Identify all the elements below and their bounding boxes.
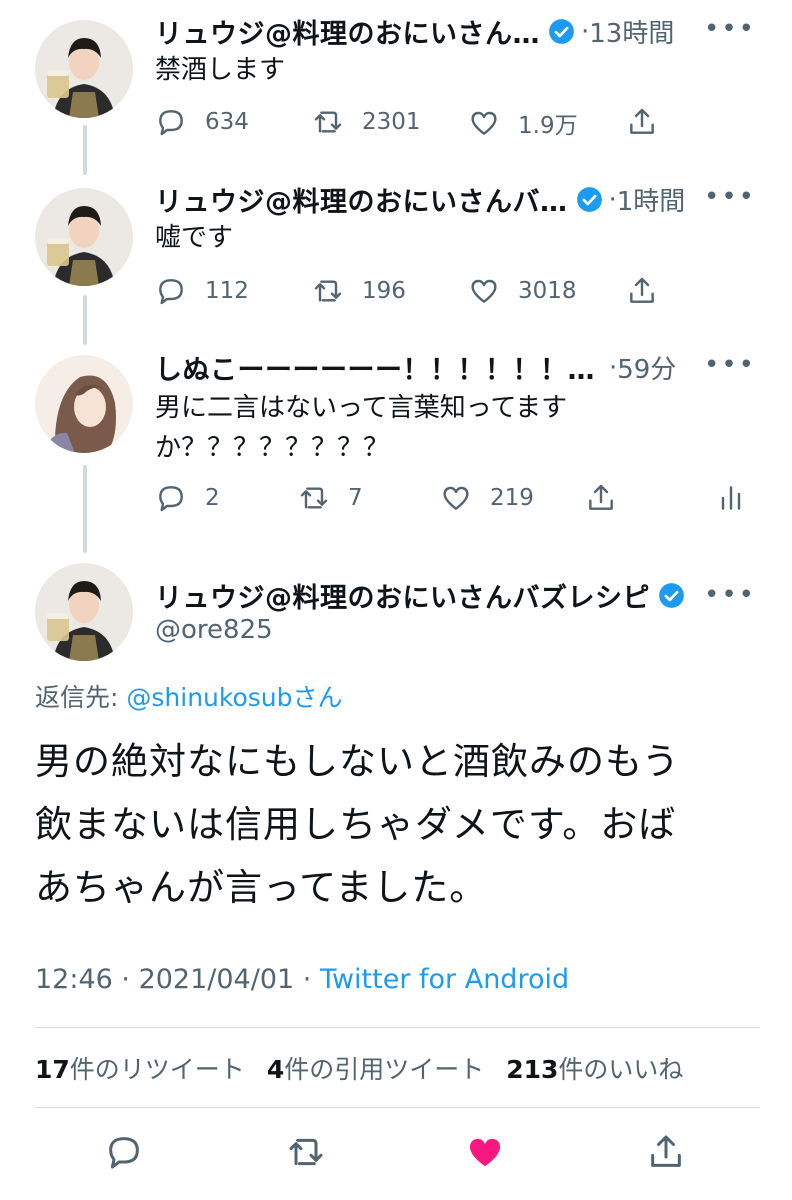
retweet-icon bbox=[300, 487, 328, 509]
retweet-count: 2301 bbox=[362, 109, 421, 135]
like-button[interactable]: 219 bbox=[440, 482, 534, 514]
share-button[interactable] bbox=[626, 106, 676, 138]
retweet-icon bbox=[314, 111, 342, 133]
like-button[interactable]: 3018 bbox=[468, 275, 577, 307]
author-handle[interactable]: @ore825 bbox=[155, 615, 273, 645]
tweet-text: 男に二言はないって言葉知ってます か？？？？？？？？ bbox=[155, 388, 567, 468]
reply-icon bbox=[159, 279, 183, 305]
thread-line bbox=[83, 125, 87, 175]
like-total: 213 bbox=[506, 1055, 559, 1084]
author-name[interactable]: リュウジ@料理のおにいさん… bbox=[155, 12, 540, 51]
retweet-total: 17 bbox=[35, 1055, 70, 1084]
share-button[interactable] bbox=[626, 275, 676, 307]
meta-separator: · bbox=[294, 964, 320, 995]
avatar-shinuko[interactable] bbox=[35, 355, 133, 453]
analytics-icon bbox=[721, 486, 741, 510]
more-options-button[interactable]: ••• bbox=[704, 580, 756, 610]
like-stat[interactable]: 213件のいいね bbox=[506, 1050, 683, 1086]
reply-icon[interactable] bbox=[104, 1132, 144, 1172]
like-icon bbox=[443, 486, 469, 510]
more-options-button[interactable]: ••• bbox=[704, 14, 756, 44]
like-count: 219 bbox=[490, 485, 534, 511]
like-count: 1.9万 bbox=[518, 113, 578, 139]
engagement-stats: 17件のリツイート 4件の引用ツイート 213件のいいね bbox=[35, 1050, 705, 1086]
analytics-button[interactable] bbox=[715, 482, 765, 514]
tweet-header: リュウジ@料理のおにいさんバ… · 1時間 bbox=[155, 180, 685, 219]
tweet-header: しぬこーーーーーー！！！！！！… · 59分 bbox=[155, 348, 676, 387]
retweet-stat-label: 件のリツイート bbox=[69, 1055, 245, 1084]
verified-badge-icon bbox=[549, 19, 574, 44]
author-name[interactable]: リュウジ@料理のおにいさんバ… bbox=[155, 180, 568, 219]
tweet-header: リュウジ@料理のおにいさん… · 13時間 bbox=[155, 12, 674, 51]
main-tweet-text-line: あちゃんが言ってました。 bbox=[35, 866, 488, 909]
more-options-button[interactable]: ••• bbox=[704, 350, 756, 380]
share-icon[interactable] bbox=[646, 1132, 686, 1172]
separator: · bbox=[608, 184, 617, 215]
avatar-ryuji[interactable] bbox=[35, 188, 133, 286]
main-tweet-text-line: 男の絶対なにもしないと酒飲みのもう bbox=[35, 740, 680, 783]
tweet-time[interactable]: 59分 bbox=[617, 349, 676, 386]
reply-button[interactable]: 2 bbox=[155, 482, 220, 514]
retweet-button[interactable]: 2301 bbox=[312, 106, 421, 138]
tweet-text-line: か？？？？？？？？ bbox=[155, 433, 390, 463]
avatar-ryuji[interactable] bbox=[35, 563, 133, 661]
tweet-text-line: 男に二言はないって言葉知ってます bbox=[155, 393, 568, 423]
like-stat-label: 件のいいね bbox=[558, 1055, 684, 1084]
reply-count: 2 bbox=[205, 485, 220, 511]
divider bbox=[35, 1027, 760, 1028]
quote-stat-label: 件の引用ツイート bbox=[284, 1055, 485, 1084]
avatar-ryuji[interactable] bbox=[35, 20, 133, 118]
tweet-time[interactable]: 13時間 bbox=[589, 13, 674, 50]
main-tweet-header: リュウジ@料理のおにいさんバズレシピ bbox=[155, 576, 685, 615]
retweet-count: 7 bbox=[348, 485, 363, 511]
thread-line bbox=[83, 465, 87, 553]
thread-line bbox=[83, 295, 87, 345]
reply-icon bbox=[159, 486, 183, 512]
reply-button[interactable]: 634 bbox=[155, 106, 249, 138]
main-tweet-text: 男の絶対なにもしないと酒飲みのもう 飲まないは信用しちゃダメです。おば あちゃん… bbox=[35, 730, 765, 919]
reply-to-label: 返信先: bbox=[35, 683, 127, 712]
tweet-timestamp: 12:46 bbox=[35, 964, 113, 995]
reply-to-suffix: さん bbox=[292, 683, 343, 712]
reply-to: 返信先: @shinukosubさん bbox=[35, 678, 343, 714]
main-tweet-text-line: 飲まないは信用しちゃダメです。おば bbox=[35, 803, 677, 846]
like-filled-icon[interactable] bbox=[465, 1132, 505, 1172]
tweet-time[interactable]: 1時間 bbox=[617, 181, 686, 218]
quote-total: 4 bbox=[266, 1055, 285, 1084]
retweet-button[interactable]: 196 bbox=[312, 275, 406, 307]
share-icon bbox=[630, 277, 654, 303]
verified-badge-icon bbox=[576, 187, 602, 212]
share-icon bbox=[589, 484, 613, 510]
reply-count: 634 bbox=[205, 109, 249, 135]
quote-stat[interactable]: 4件の引用ツイート bbox=[267, 1050, 484, 1086]
tweet-meta: 12:46 · 2021/04/01 · Twitter for Android bbox=[35, 964, 569, 995]
divider bbox=[35, 1107, 760, 1108]
more-options-button[interactable]: ••• bbox=[704, 182, 756, 212]
tweet-client-link[interactable]: Twitter for Android bbox=[320, 964, 569, 995]
tweet-date: 2021/04/01 bbox=[138, 964, 295, 995]
like-icon bbox=[471, 111, 497, 135]
retweet-button[interactable]: 7 bbox=[298, 482, 363, 514]
author-name[interactable]: しぬこーーーーーー！！！！！！… bbox=[155, 348, 595, 387]
retweet-stat[interactable]: 17件のリツイート bbox=[35, 1050, 245, 1086]
reply-icon bbox=[159, 110, 183, 136]
author-name[interactable]: リュウジ@料理のおにいさんバズレシピ bbox=[155, 576, 650, 615]
retweet-count: 196 bbox=[362, 278, 406, 304]
reply-count: 112 bbox=[205, 278, 249, 304]
verified-badge-icon bbox=[659, 583, 684, 608]
retweet-icon[interactable] bbox=[286, 1132, 326, 1172]
tweet-text: 禁酒します bbox=[155, 55, 286, 85]
tweet-text: 嘘です bbox=[155, 223, 234, 253]
separator: · bbox=[609, 352, 618, 383]
share-button[interactable] bbox=[585, 482, 635, 514]
retweet-icon bbox=[314, 280, 342, 302]
reply-to-mention[interactable]: @shinukosub bbox=[126, 683, 292, 712]
like-button[interactable]: 1.9万 bbox=[468, 106, 578, 140]
like-count: 3018 bbox=[518, 278, 577, 304]
reply-button[interactable]: 112 bbox=[155, 275, 249, 307]
share-icon bbox=[630, 108, 654, 134]
separator: · bbox=[581, 16, 590, 47]
like-icon bbox=[471, 279, 497, 303]
meta-separator: · bbox=[112, 964, 139, 995]
